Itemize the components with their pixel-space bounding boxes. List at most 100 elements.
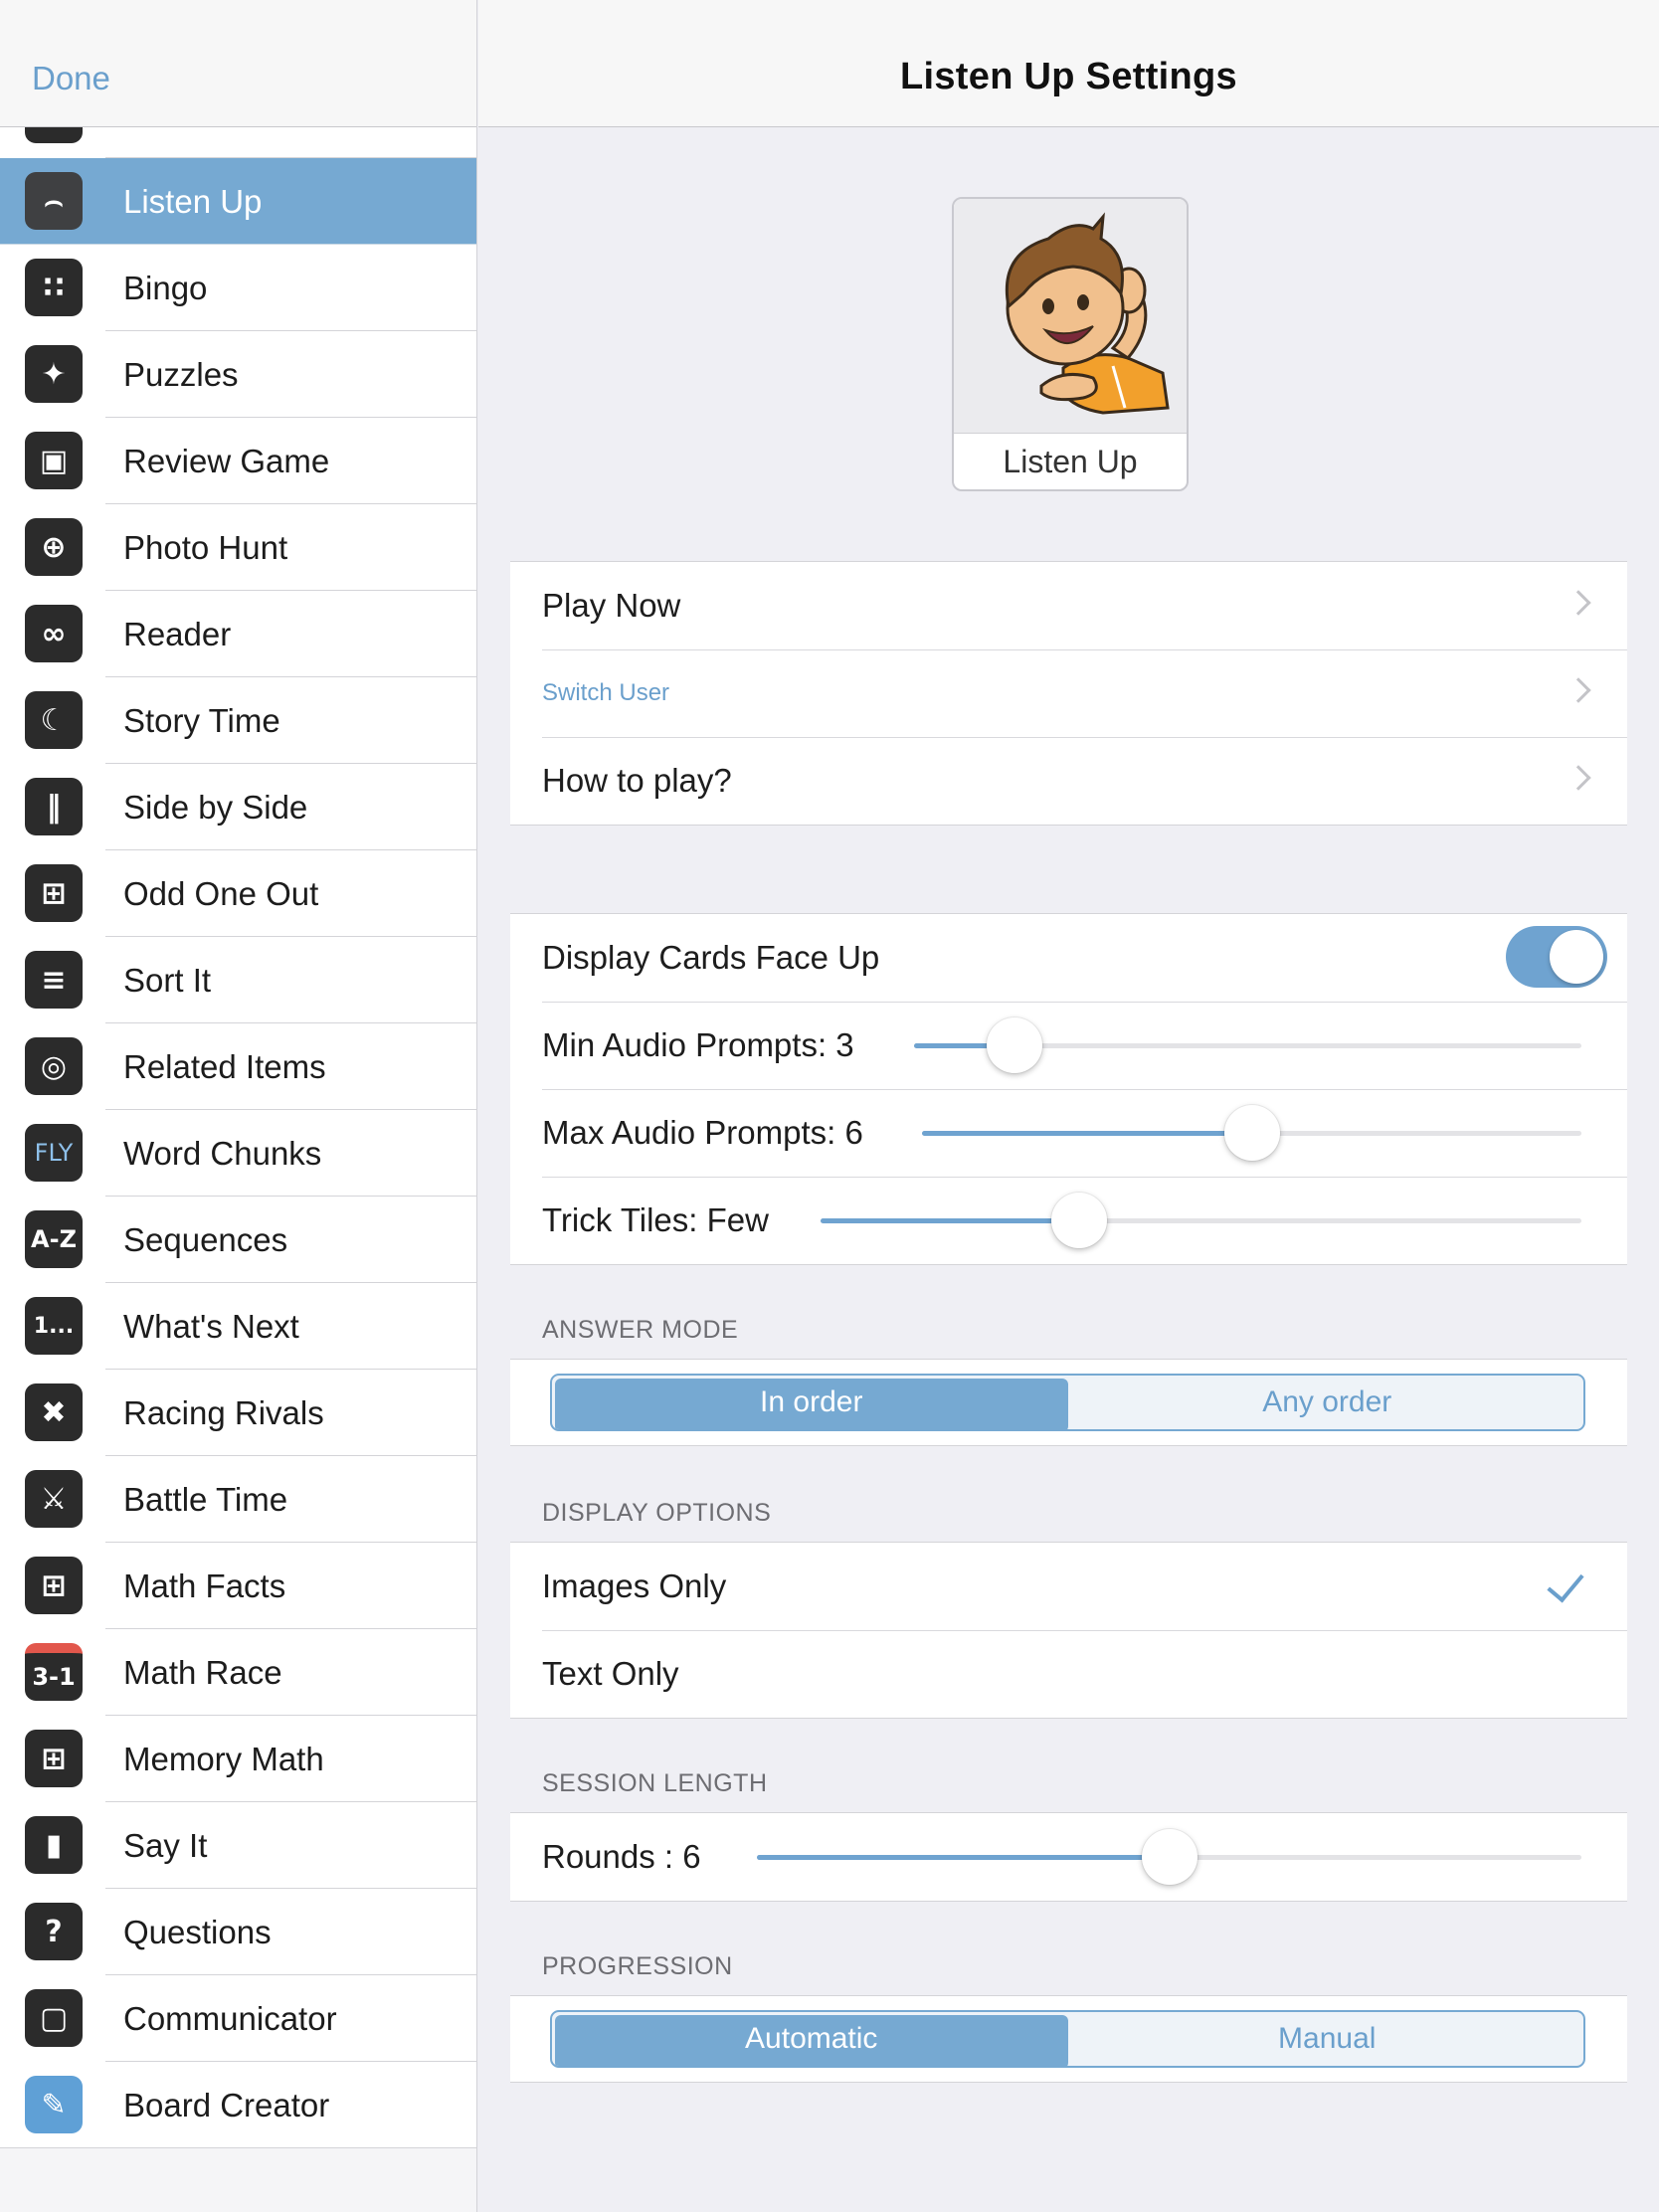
crossed-flags-icon: ✖ (25, 1383, 83, 1441)
display-cards-face-up-toggle[interactable] (1506, 926, 1607, 988)
sidebar: ⌢ Listen Up ∷ Bingo ✦ Puzzles ▣ Review Game ⊕ Pho… (0, 0, 477, 2212)
sidebar-item-racing-rivals[interactable]: ✖ Racing Rivals (0, 1370, 476, 1456)
chevron-right-icon (1566, 765, 1591, 791)
trick-tiles-slider[interactable] (821, 1177, 1581, 1264)
sidebar-item-review-game[interactable]: ▣ Review Game (0, 418, 476, 504)
images-only-row[interactable]: Images Only (510, 1543, 1627, 1630)
sidebar-item-bingo[interactable]: ∷ Bingo (0, 245, 476, 331)
sidebar-item-label: Board Creator (123, 2087, 330, 2123)
sidebar-item-label: Racing Rivals (123, 1394, 324, 1431)
fly-text-icon: FLY (25, 1124, 83, 1182)
answer-mode-group: In order Any order (510, 1359, 1627, 1446)
play-now-row[interactable]: Play Now (510, 562, 1627, 649)
sidebar-item-word-chunks[interactable]: FLY Word Chunks (0, 1110, 476, 1197)
ear-icon: ⌢ (25, 172, 83, 230)
display-options-group: Images Only Text Only (510, 1542, 1627, 1719)
columns-icon: ‖ (25, 778, 83, 835)
sidebar-item-reader[interactable]: ∞ Reader (0, 591, 476, 677)
sidebar-item-label: Reader (123, 616, 232, 652)
session-length-title: SESSION LENGTH (542, 1769, 768, 1797)
sidebar-item-listen-up[interactable]: ⌢ Listen Up (0, 158, 476, 245)
sidebar-item-photo-hunt[interactable]: ⊕ Photo Hunt (0, 504, 476, 591)
sidebar-item-label: Memory Math (123, 1741, 324, 1777)
calculator-icon: ⊞ (25, 1557, 83, 1614)
pencil-icon: ✎ (25, 2076, 83, 2133)
game-card: Listen Up (952, 197, 1189, 491)
sidebar-item-sort-it[interactable]: ≡ Sort It (0, 937, 476, 1023)
toggle-knob (1550, 930, 1603, 984)
sidebar-item-what-s-next[interactable]: 1... What's Next (0, 1283, 476, 1370)
game-card-label: Listen Up (1003, 444, 1138, 479)
sidebar-item-label: Review Game (123, 443, 330, 479)
memory-grid-icon: ⊞ (25, 1730, 83, 1787)
text-only-row[interactable]: Text Only (510, 1630, 1627, 1718)
sidebar-item-label: Math Facts (123, 1567, 286, 1604)
sidebar-item-board-creator[interactable]: ✎ Board Creator (0, 2062, 476, 2148)
sidebar-item-label: Questions (123, 1914, 272, 1950)
segment-manual[interactable]: Manual (1071, 2012, 1584, 2066)
how-to-play-row[interactable]: How to play? (510, 737, 1627, 825)
sidebar-item-battle-time[interactable]: ⚔ Battle Time (0, 1456, 476, 1543)
circles-icon: ◎ (25, 1037, 83, 1095)
sidebar-item-puzzles[interactable]: ✦ Puzzles (0, 331, 476, 418)
sidebar-item-label: Story Time (123, 702, 280, 739)
rounds-slider[interactable] (757, 1813, 1581, 1901)
slider-thumb[interactable] (1051, 1193, 1108, 1248)
a-z-icon: A-Z (25, 1210, 83, 1268)
question-bubble-icon: ? (25, 1903, 83, 1960)
listen-up-illustration (954, 199, 1187, 434)
segment-in-order[interactable]: In order (555, 1379, 1068, 1429)
sidebar-item-related-items[interactable]: ◎ Related Items (0, 1023, 476, 1110)
done-button[interactable]: Done (32, 60, 110, 97)
settings-panel: Listen Up Settings Listen Up Play Now Sw… (478, 0, 1659, 2212)
glasses-icon: ∞ (25, 605, 83, 662)
sidebar-item-label: Listen Up (123, 183, 263, 220)
sidebar-item-sequences[interactable]: A-Z Sequences (0, 1197, 476, 1283)
progression-title: PROGRESSION (542, 1952, 733, 1980)
sidebar-item-questions[interactable]: ? Questions (0, 1889, 476, 1975)
sidebar-item-say-it[interactable]: ▮ Say It (0, 1802, 476, 1889)
slider-thumb[interactable] (1223, 1105, 1280, 1161)
game-list: ⌢ Listen Up ∷ Bingo ✦ Puzzles ▣ Review Game ⊕ Pho… (0, 72, 476, 2148)
segment-any-order[interactable]: Any order (1071, 1376, 1584, 1429)
one-dots-icon: 1... (25, 1297, 83, 1355)
switch-user-row[interactable]: Switch User (510, 649, 1627, 737)
max-audio-prompts-row: Max Audio Prompts: 6 (510, 1089, 1627, 1177)
max-audio-prompts-label: Max Audio Prompts: 6 (542, 1114, 863, 1151)
sidebar-item-side-by-side[interactable]: ‖ Side by Side (0, 764, 476, 850)
crosshair-icon: ⊕ (25, 518, 83, 576)
chevron-right-icon (1566, 590, 1591, 616)
puzzle-piece-icon: ✦ (25, 345, 83, 403)
slider-thumb[interactable] (986, 1017, 1042, 1073)
slider-thumb[interactable] (1141, 1829, 1198, 1885)
sidebar-item-odd-one-out[interactable]: ⊞ Odd One Out (0, 850, 476, 937)
crossed-axes-icon: ⚔ (25, 1470, 83, 1528)
sidebar-item-story-time[interactable]: ☾ Story Time (0, 677, 476, 764)
segment-automatic[interactable]: Automatic (555, 2015, 1068, 2066)
sidebar-item-communicator[interactable]: ▢ Communicator (0, 1975, 476, 2062)
min-audio-prompts-row: Min Audio Prompts: 3 (510, 1002, 1627, 1089)
sidebar-item-label: Photo Hunt (123, 529, 288, 566)
progression-group: Automatic Manual (510, 1995, 1627, 2083)
sidebar-item-label: Say It (123, 1827, 208, 1864)
display-options-title: DISPLAY OPTIONS (542, 1499, 772, 1527)
sidebar-item-label: Sort It (123, 962, 212, 999)
progression-segmented-control: Automatic Manual (550, 2010, 1585, 2068)
min-audio-prompts-slider[interactable] (914, 1002, 1581, 1089)
sidebar-item-memory-math[interactable]: ⊞ Memory Math (0, 1716, 476, 1802)
max-audio-prompts-slider[interactable] (922, 1089, 1581, 1177)
display-cards-face-up-row: Display Cards Face Up (510, 914, 1627, 1002)
chevron-right-icon (1566, 677, 1591, 703)
moon-icon: ☾ (25, 691, 83, 749)
boy-listening-icon (1005, 212, 1170, 415)
sidebar-item-label: Bingo (123, 270, 208, 306)
sidebar-item-math-race[interactable]: 3-1 Math Race (0, 1629, 476, 1716)
how-to-play-label: How to play? (542, 762, 732, 799)
images-only-label: Images Only (542, 1567, 727, 1604)
sidebar-item-math-facts[interactable]: ⊞ Math Facts (0, 1543, 476, 1629)
sidebar-item-label: Related Items (123, 1048, 326, 1085)
sidebar-item-label: Side by Side (123, 789, 308, 826)
switch-user-label: Switch User (542, 679, 670, 706)
sidebar-item-label: What's Next (123, 1308, 299, 1345)
math-race-icon: 3-1 (25, 1643, 83, 1701)
